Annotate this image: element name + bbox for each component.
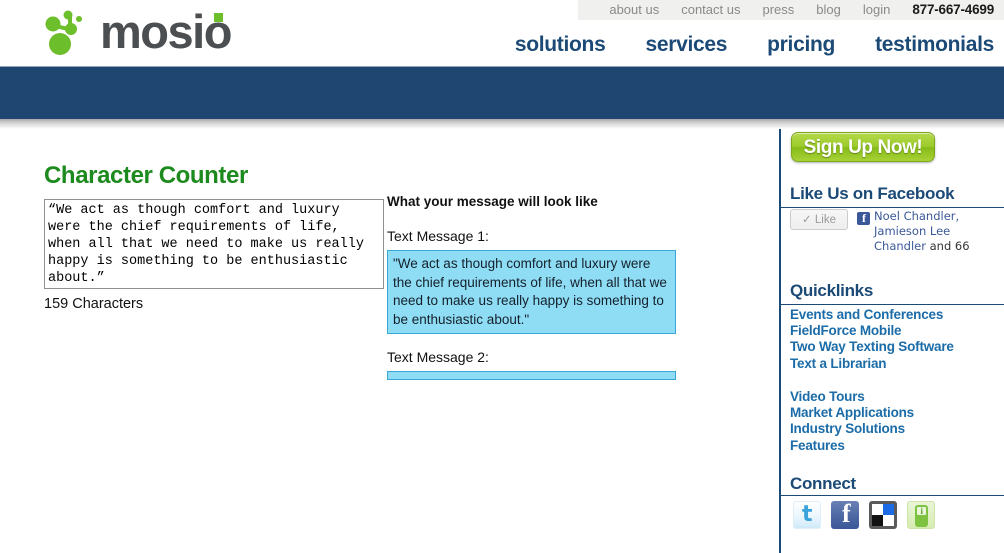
message-2-box	[387, 371, 676, 380]
quicklink-video-tours[interactable]: Video Tours	[790, 389, 914, 405]
quicklink-text-a-librarian[interactable]: Text a Librarian	[790, 356, 954, 372]
message-preview-panel: What your message will look like Text Me…	[387, 194, 676, 395]
topnav-item-contact-us[interactable]: contact us	[670, 2, 751, 18]
navy-banner-band	[0, 66, 1004, 120]
delicious-icon[interactable]	[869, 501, 897, 529]
connect-heading: Connect	[790, 474, 856, 493]
quicklink-industry-solutions[interactable]: Industry Solutions	[790, 421, 914, 437]
logo-wordmark: mosio	[100, 5, 232, 58]
twitter-icon[interactable]	[793, 501, 821, 529]
mainnav-item-solutions[interactable]: solutions	[495, 33, 626, 57]
quicklinks-group-1: Events and Conferences FieldForce Mobile…	[790, 307, 954, 372]
page-root: about us contact us press blog login 877…	[0, 0, 1004, 553]
facebook-friend-names: Noel Chandler, Jamieson Lee Chandler and…	[874, 209, 1004, 253]
facebook-like-button[interactable]: ✓ Like	[790, 209, 848, 230]
site-logo[interactable]: mosio	[44, 5, 259, 58]
content-area: Character Counter 159 Characters What yo…	[0, 129, 1004, 553]
topnav-item-blog[interactable]: blog	[805, 2, 852, 18]
facebook-friend-count: and 66	[925, 239, 970, 253]
page-title: Character Counter	[44, 162, 248, 190]
delicious-quadrant-blue-tr	[883, 504, 894, 515]
delicious-quadrant-white-br	[883, 515, 894, 526]
quicklinks-heading-rule	[781, 304, 1004, 305]
quicklink-market-applications[interactable]: Market Applications	[790, 405, 914, 421]
quicklink-features[interactable]: Features	[790, 438, 914, 454]
quicklinks-group-2: Video Tours Market Applications Industry…	[790, 389, 914, 454]
facebook-section-heading: Like Us on Facebook	[790, 184, 955, 203]
top-utility-nav: about us contact us press blog login 877…	[598, 2, 998, 18]
mainnav-item-services[interactable]: services	[625, 33, 747, 57]
facebook-icon[interactable]	[831, 501, 859, 529]
delicious-quadrant-white-tl	[872, 504, 883, 515]
mainnav-item-pricing[interactable]: pricing	[747, 33, 855, 57]
character-counter-form: 159 Characters	[44, 199, 384, 312]
facebook-like-widget: ✓ Like Noel Chandler, Jamieson Lee Chand…	[790, 209, 1004, 253]
message-textarea[interactable]	[44, 199, 384, 289]
facebook-f-icon	[857, 211, 870, 226]
sign-up-now-button[interactable]: Sign Up Now!	[791, 132, 935, 162]
message-2-label: Text Message 2:	[387, 349, 489, 365]
topnav-phone-number[interactable]: 877-667-4699	[901, 2, 998, 18]
quicklink-fieldforce-mobile[interactable]: FieldForce Mobile	[790, 323, 954, 339]
main-nav: solutions services pricing testimonials	[495, 33, 998, 57]
mobile-phone-info-letter: i	[920, 506, 924, 516]
mainnav-item-testimonials[interactable]: testimonials	[855, 33, 998, 57]
character-count-label: 159 Characters	[44, 296, 144, 312]
facebook-heading-rule	[781, 207, 1004, 208]
topnav-item-press[interactable]: press	[751, 2, 805, 18]
topnav-item-about-us[interactable]: about us	[598, 2, 670, 18]
quicklink-events-and-conferences[interactable]: Events and Conferences	[790, 307, 954, 323]
banner-drop-shadow	[0, 119, 1004, 129]
logo-green-dot	[214, 13, 223, 22]
mobile-info-icon[interactable]: i	[907, 501, 935, 529]
quicklink-two-way-texting-software[interactable]: Two Way Texting Software	[790, 339, 954, 355]
message-1-label: Text Message 1:	[387, 228, 489, 244]
social-icons-row: i	[793, 501, 935, 529]
mosio-molecule-icon	[45, 10, 82, 55]
message-1-box: "We act as though comfort and luxury wer…	[387, 250, 676, 334]
topnav-item-login[interactable]: login	[852, 2, 901, 18]
preview-heading: What your message will look like	[387, 194, 598, 209]
sidebar: Sign Up Now! Like Us on Facebook ✓ Like …	[779, 129, 1004, 553]
connect-heading-rule	[781, 495, 1004, 496]
delicious-quadrant-black-bl	[872, 515, 883, 526]
quicklinks-heading: Quicklinks	[790, 281, 873, 300]
